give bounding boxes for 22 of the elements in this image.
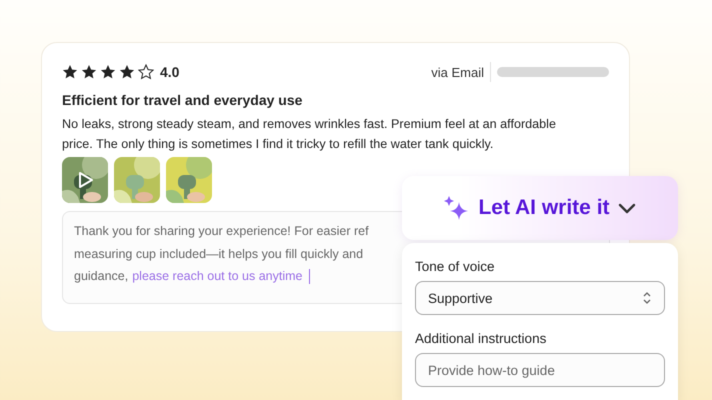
ai-write-button[interactable]: Let AI write it [402,176,678,240]
star-icon [119,64,135,80]
rating-value: 4.0 [160,64,180,80]
field-label: Additional instructions [415,331,548,346]
reply-text: guidance, [74,268,128,285]
star-icon [138,64,154,80]
review-text: No leaks, strong steady steam, and removes wrinkles fast. Premium feel at an affordable price. The only thing is sometimes I find it tricky to refill the water tank quickly. [62,116,557,153]
text-cursor [309,268,310,284]
instructions-field[interactable]: Provide how-to guide [415,353,665,387]
field-label: Tone of voice [415,259,496,274]
source-label: via Email [431,64,484,80]
sort-arrows-icon [642,291,652,305]
tone-select[interactable]: Supportive [415,281,665,315]
reply-text: Thank you for sharing your experience! For easier ref [74,223,369,240]
star-icon [62,64,78,80]
chevron-icon [618,202,636,214]
suggested-text: please reach out to us anytime [132,268,302,285]
star-icon [100,64,116,80]
review-title: Efficient for travel and everyday use [62,92,304,108]
play-icon[interactable] [78,171,94,189]
star-icon [81,64,97,80]
reply-text: measuring cup included—it helps you fill quickly and [74,246,364,263]
